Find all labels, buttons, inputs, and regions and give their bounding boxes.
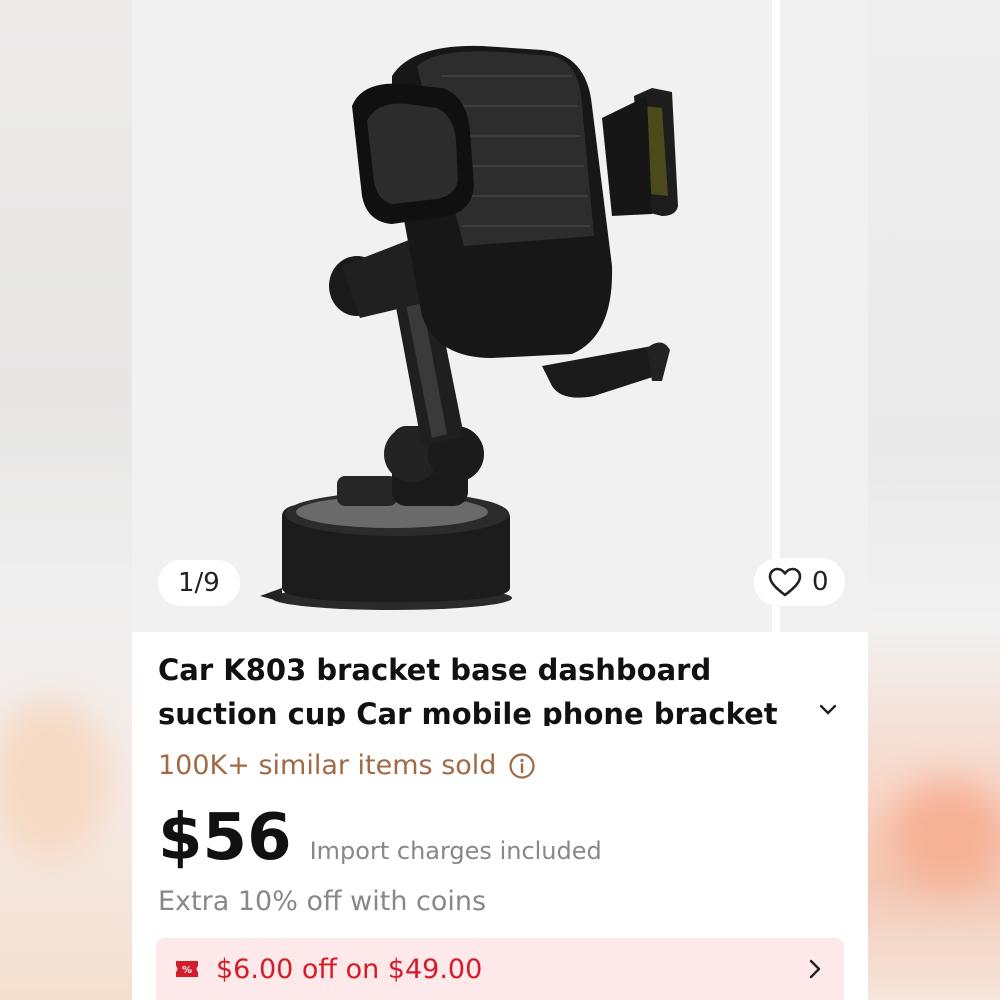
coupon-text: $6.00 off on $49.00 — [216, 953, 483, 985]
image-counter: 1/9 — [158, 560, 240, 606]
chevron-right-icon[interactable] — [808, 958, 822, 980]
blurred-background-left — [0, 0, 132, 1000]
percent-ticket-icon: % — [176, 961, 198, 977]
chevron-down-icon[interactable] — [816, 698, 840, 722]
wishlist-count: 0 — [812, 567, 829, 597]
coins-offer: Extra 10% off with coins — [158, 886, 487, 917]
product-image[interactable] — [132, 0, 772, 632]
price-row: $56 Import charges included — [158, 796, 602, 880]
wishlist-button[interactable]: 0 — [754, 558, 845, 606]
info-icon[interactable] — [508, 752, 536, 780]
image-counter-text: 1/9 — [178, 568, 220, 598]
coupon-banner[interactable]: % $6.00 off on $49.00 — [156, 938, 844, 1000]
sold-count: 100K+ similar items sold — [158, 746, 536, 786]
sold-count-text: 100K+ similar items sold — [158, 750, 497, 781]
price: $56 — [158, 801, 292, 875]
blurred-background-right — [868, 0, 1000, 1000]
import-charges-note: Import charges included — [309, 837, 602, 865]
product-title: Car K803 bracket base dashboard suction … — [158, 653, 778, 726]
next-image-peek[interactable] — [780, 0, 868, 632]
phone-holder-product-image — [260, 45, 678, 610]
svg-text:%: % — [182, 965, 192, 976]
product-card: 1/9 0 Car K803 bracket base dashboard su… — [132, 0, 868, 1000]
heart-icon — [768, 567, 802, 597]
image-gallery[interactable]: 1/9 0 — [132, 0, 868, 632]
